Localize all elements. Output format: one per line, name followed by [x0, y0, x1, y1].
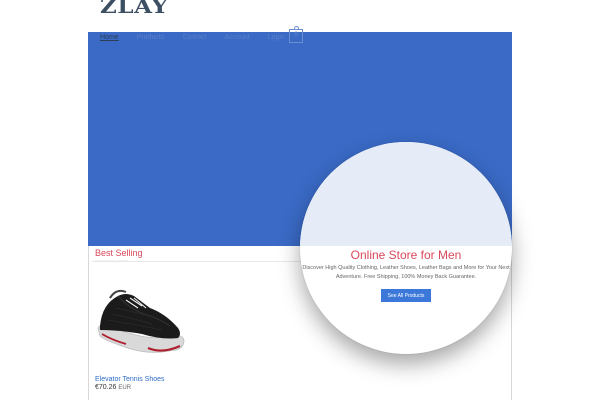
product-price: €70.26 EUR — [95, 384, 131, 391]
price-amount: €70.26 — [95, 384, 117, 391]
nav-item-products[interactable]: Products — [137, 34, 165, 41]
nav-item-login[interactable]: Login — [268, 34, 285, 41]
site-header: ZLAY — [88, 0, 512, 32]
price-currency: EUR — [118, 385, 132, 391]
cart-count: 0 — [294, 32, 298, 38]
section-title: Best Selling — [95, 248, 143, 258]
cart-icon[interactable]: 0 — [289, 26, 303, 43]
nav-item-account[interactable]: Account — [224, 34, 249, 41]
promo-circle-top — [300, 142, 512, 246]
product-name[interactable]: Elevator Tennis Shoes — [95, 376, 165, 383]
promo-circle: Online Store for Men Discover High Quali… — [300, 142, 512, 354]
nav-item-contact[interactable]: Contact — [182, 34, 206, 41]
cart-handle — [294, 26, 299, 30]
nav-item-home[interactable]: Home — [100, 34, 119, 41]
site-logo[interactable]: ZLAY — [100, 0, 168, 18]
sneaker-image — [97, 289, 185, 353]
main-nav: Home Products Contact Account Login — [100, 32, 303, 42]
see-all-products-button[interactable]: See All Products — [381, 289, 431, 302]
promo-title: Online Store for Men — [350, 248, 462, 262]
product-image[interactable] — [92, 274, 188, 370]
promo-text: Discover High Quality Clothing, Leather … — [302, 265, 510, 280]
